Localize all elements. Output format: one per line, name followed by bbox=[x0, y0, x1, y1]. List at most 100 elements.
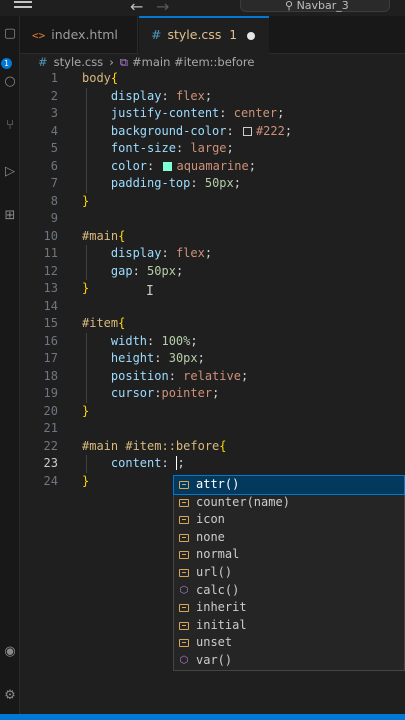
search-icon[interactable]: ○ bbox=[0, 74, 20, 89]
line-number: 22 bbox=[43, 438, 58, 453]
code-line: 16 width: 100%; bbox=[20, 333, 405, 351]
suggestion-item[interactable]: icon bbox=[174, 511, 404, 529]
line-number: 3 bbox=[50, 106, 58, 120]
code-line: 5 font-size: large; bbox=[20, 140, 405, 158]
extensions-icon[interactable]: ⊞ bbox=[0, 208, 20, 223]
code-line: 9 bbox=[20, 210, 405, 228]
suggestion-item[interactable]: unset bbox=[174, 634, 404, 652]
keyword-icon bbox=[178, 602, 190, 613]
function-icon: ⬡ bbox=[179, 654, 189, 666]
suggestion-item[interactable]: ⬡ calc() bbox=[174, 582, 404, 600]
line-number: 17 bbox=[43, 351, 58, 365]
suggestion-item[interactable]: url() bbox=[174, 564, 404, 582]
activity-bar: ▢ 1 ○ ⑂ ▷ ⊞ ◉ ⚙ bbox=[0, 16, 20, 720]
code-line: 21 bbox=[20, 420, 405, 438]
line-number: 12 bbox=[43, 263, 58, 278]
settings-gear-icon[interactable]: ⚙ bbox=[0, 688, 20, 703]
code-line: 7 padding-top: 50px; bbox=[20, 175, 405, 193]
keyword-icon bbox=[178, 637, 190, 648]
line-number: 6 bbox=[50, 158, 58, 173]
search-text: Navbar_3 bbox=[296, 0, 349, 12]
autocomplete-suggestions[interactable]: attr() counter(name) icon none normal ur… bbox=[173, 475, 405, 671]
code-line: 15 #item{ bbox=[20, 315, 405, 333]
code-line: 23 content: ; bbox=[20, 455, 405, 473]
color-swatch-aquamarine[interactable] bbox=[163, 161, 173, 171]
menu-icon[interactable] bbox=[14, 1, 32, 11]
tab-index-html[interactable]: <> index.html bbox=[20, 16, 138, 54]
suggestion-item[interactable]: normal bbox=[174, 546, 404, 564]
explorer-badge: 1 bbox=[1, 58, 12, 69]
symbol-icon: ⧉ bbox=[119, 55, 129, 69]
run-debug-icon[interactable]: ▷ bbox=[0, 164, 20, 179]
code-line: 20} bbox=[20, 403, 405, 421]
explorer-icon[interactable]: ▢ bbox=[0, 26, 20, 41]
keyword-icon bbox=[178, 620, 190, 631]
line-number: 19 bbox=[43, 386, 58, 400]
line-number: 4 bbox=[50, 123, 58, 138]
keyword-icon bbox=[178, 479, 190, 490]
line-number: 9 bbox=[50, 211, 58, 225]
back-arrow-icon[interactable]: ← bbox=[130, 0, 143, 16]
line-number: 1 bbox=[50, 71, 58, 85]
breadcrumb-file[interactable]: style.css bbox=[54, 55, 104, 69]
suggestion-item[interactable]: initial bbox=[174, 617, 404, 635]
code-line: 17 height: 30px; bbox=[20, 350, 405, 368]
color-swatch-222[interactable] bbox=[242, 126, 252, 136]
line-number: 11 bbox=[43, 246, 58, 260]
line-number: 23 bbox=[43, 456, 58, 470]
code-line: 3 justify-content: center; bbox=[20, 105, 405, 123]
line-number: 8 bbox=[50, 193, 58, 208]
breadcrumb-symbol[interactable]: #main #item::before bbox=[132, 55, 254, 69]
code-line: 11 display: flex; bbox=[20, 245, 405, 263]
line-number: 2 bbox=[50, 88, 58, 103]
line-number: 5 bbox=[50, 141, 58, 155]
html-file-icon: <> bbox=[32, 29, 46, 42]
unsaved-dot-icon[interactable] bbox=[247, 32, 255, 40]
problem-count: 1 bbox=[229, 28, 237, 42]
line-number: 24 bbox=[43, 473, 58, 488]
chevron-right-icon: › bbox=[109, 55, 114, 69]
tab-label: index.html bbox=[51, 27, 118, 42]
keyword-icon bbox=[178, 514, 190, 525]
code-line: 8} bbox=[20, 193, 405, 211]
function-icon: ⬡ bbox=[179, 584, 189, 596]
line-number: 10 bbox=[43, 228, 58, 243]
line-number: 14 bbox=[43, 298, 58, 313]
code-line: 22 #main #item::before{ bbox=[20, 438, 405, 456]
code-line: 12 gap: 50px; bbox=[20, 263, 405, 281]
command-center-search[interactable]: ⚲ Navbar_3 bbox=[240, 0, 390, 12]
line-number: 21 bbox=[43, 421, 58, 435]
suggestion-item[interactable]: ⬡ var() bbox=[174, 652, 404, 670]
code-line: 13} bbox=[20, 280, 405, 298]
suggestion-item[interactable]: attr() bbox=[173, 475, 405, 495]
keyword-icon bbox=[178, 567, 190, 578]
code-line: 2 display: flex; bbox=[20, 88, 405, 106]
line-number: 13 bbox=[43, 281, 58, 295]
line-number: 16 bbox=[43, 333, 58, 348]
suggestion-item[interactable]: inherit bbox=[174, 599, 404, 617]
title-bar: ← → ⚲ Navbar_3 bbox=[0, 0, 405, 16]
line-number: 20 bbox=[43, 403, 58, 418]
suggestion-item[interactable]: none bbox=[174, 529, 404, 547]
css-file-icon: # bbox=[38, 55, 48, 69]
keyword-icon bbox=[178, 549, 190, 560]
tab-label: style.css bbox=[167, 27, 222, 42]
editor-tabs: <> index.html # style.css 1 bbox=[20, 16, 405, 54]
text-cursor-icon: I bbox=[146, 284, 154, 299]
forward-arrow-icon[interactable]: → bbox=[156, 0, 169, 16]
suggestion-item[interactable]: counter(name) bbox=[174, 494, 404, 512]
keyword-icon bbox=[178, 497, 190, 508]
css-file-icon: # bbox=[151, 27, 162, 42]
source-control-icon[interactable]: ⑂ bbox=[0, 118, 20, 133]
account-icon[interactable]: ◉ bbox=[0, 644, 20, 659]
status-bar bbox=[0, 714, 405, 720]
keyword-icon bbox=[178, 532, 190, 543]
code-line: 14 bbox=[20, 298, 405, 316]
code-line: 6 color: aquamarine; bbox=[20, 158, 405, 176]
search-icon: ⚲ bbox=[285, 0, 297, 12]
line-number: 7 bbox=[50, 176, 58, 190]
tab-style-css[interactable]: # style.css 1 bbox=[139, 16, 269, 54]
code-line: 19 cursor:pointer; bbox=[20, 385, 405, 403]
code-line: 18 position: relative; bbox=[20, 368, 405, 386]
code-line: 1 body{ bbox=[20, 70, 405, 88]
